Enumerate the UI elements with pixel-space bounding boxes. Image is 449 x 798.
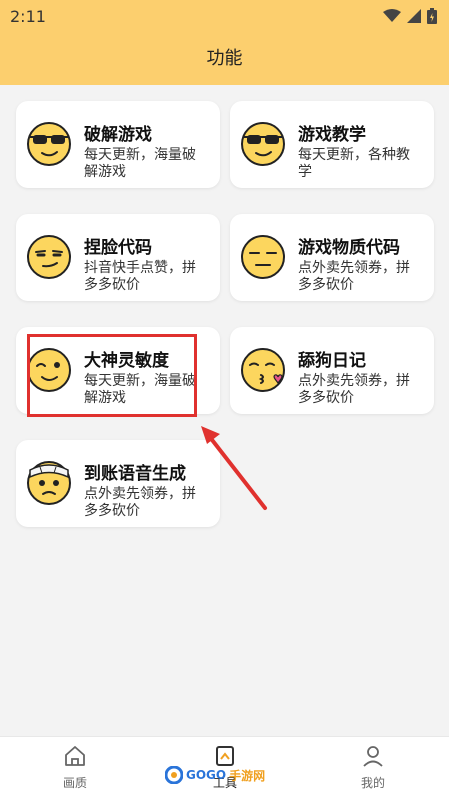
highlight-box <box>27 334 197 417</box>
card-title: 破解游戏 <box>84 125 152 145</box>
card-desc: 每天更新，海量破解游戏 <box>84 147 196 180</box>
card-daozhang-yuyin[interactable]: 到账语音生成 点外卖先领券，拼多多砍价 <box>16 440 220 527</box>
card-title: 游戏物质代码 <box>298 238 400 258</box>
tab-label: 画质 <box>62 776 87 790</box>
tab-label: 我的 <box>360 776 385 790</box>
card-desc: 点外卖先领券，拼多多砍价 <box>298 260 410 293</box>
page-title: 功能 <box>206 48 243 69</box>
battery-icon <box>427 8 437 24</box>
gogo-logo-icon <box>165 766 183 784</box>
red-arrow-icon <box>201 426 267 510</box>
user-icon <box>363 746 383 767</box>
app-header: 2:11 功能 <box>0 0 449 85</box>
card-title: 捏脸代码 <box>84 238 152 258</box>
watermark-text-b: 手游网 <box>229 768 266 783</box>
card-youxi-jiaoxue[interactable]: 游戏教学 每天更新，各种教学 <box>230 101 434 188</box>
kissing-face-icon <box>241 348 285 392</box>
card-desc: 抖音快手点赞，拼多多砍价 <box>84 260 196 293</box>
tab-huazhi[interactable]: 画质 <box>35 745 115 791</box>
card-title: 游戏教学 <box>298 125 366 145</box>
tab-wode[interactable]: 我的 <box>333 745 413 791</box>
card-title: 舔狗日记 <box>298 351 366 371</box>
card-tiangou-riji[interactable]: 舔狗日记 点外卖先领券，拼多多砍价 <box>230 327 434 414</box>
wifi-icon <box>383 9 401 22</box>
watermark: GOGO 手游网 <box>165 766 265 784</box>
home-icon <box>65 746 85 766</box>
watermark-text-a: GOGO <box>186 768 227 782</box>
card-pojie-youxi[interactable]: 破解游戏 每天更新，海量破解游戏 <box>16 101 220 188</box>
expressionless-face-icon <box>241 235 285 279</box>
card-nielian-daima[interactable]: 捏脸代码 抖音快手点赞，拼多多砍价 <box>16 214 220 301</box>
card-desc: 点外卖先领券，拼多多砍价 <box>84 486 196 519</box>
card-youxi-wuzhi-daima[interactable]: 游戏物质代码 点外卖先领券，拼多多砍价 <box>230 214 434 301</box>
status-time: 2:11 <box>10 6 46 26</box>
sunglasses-face-icon <box>27 122 71 166</box>
card-desc: 点外卖先领券，拼多多砍价 <box>298 373 410 406</box>
card-desc: 每天更新，各种教学 <box>298 147 410 180</box>
smirking-face-icon <box>27 235 71 279</box>
bandaged-face-icon <box>27 461 71 505</box>
signal-icon <box>407 9 421 23</box>
tools-icon <box>216 746 234 766</box>
card-title: 到账语音生成 <box>84 464 186 484</box>
status-bar: 2:11 <box>0 0 449 32</box>
sunglasses-face-icon <box>241 122 285 166</box>
